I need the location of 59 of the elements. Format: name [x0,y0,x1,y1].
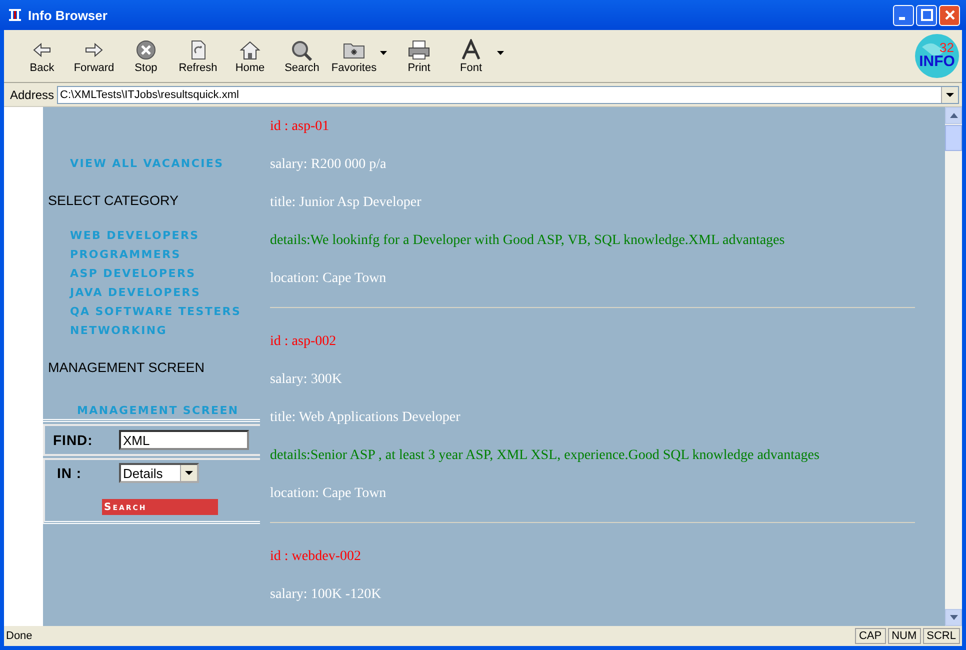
address-label: Address [10,88,54,102]
window-title: Info Browser [28,8,108,22]
record-id: id : webdev-002 [270,549,362,565]
dropdown-button[interactable] [941,86,958,102]
stop-icon [134,38,158,60]
toolbar-button[interactable]: Favorites [328,36,380,76]
dropdown-arrow-icon [946,92,954,96]
printer-icon [407,38,431,60]
up-arrow-icon [950,113,958,118]
status-indicator: CAP [854,628,886,644]
toolbar-button[interactable]: Back [16,36,68,76]
record-field: title: Junior Asp Developer [270,195,915,211]
toolbar-button[interactable]: Search [276,36,328,76]
address-field[interactable]: C:\XMLTests\ITJobs\resultsquick.xml [57,86,959,104]
maximize-button[interactable] [916,4,937,26]
toolbar-button[interactable]: Home [224,36,276,76]
dropdown-arrow-icon[interactable] [380,51,387,55]
columns-icon [8,8,22,22]
toolbar-button[interactable]: Print [393,36,445,76]
record-field: salary: R200 000 p/a [270,157,915,173]
close-icon [944,9,956,21]
dropdown-arrow-icon [185,471,193,475]
field-select[interactable]: Details [119,463,199,483]
maximize-icon [920,9,932,21]
section-heading: SELECT CATEGORY [48,193,179,208]
close-button[interactable] [939,4,960,26]
scroll-thumb[interactable] [945,125,962,151]
scroll-down-button[interactable] [945,609,962,626]
record-field: title: Web Applications Developer [270,410,915,426]
record-details: details:We lookinfg for a Developer with Good ASP, VB, SQL knowledge.XML advantages [270,233,786,249]
letter-icon [459,38,483,60]
minimize-button[interactable] [893,4,914,26]
minimize-icon [899,17,905,20]
record-field: salary: 300K [270,372,915,388]
toolbar-button[interactable]: Refresh [172,36,224,76]
status-text: Done [6,630,34,642]
scroll-up-button[interactable] [945,107,962,124]
toolbar-button[interactable]: Font [445,36,497,76]
toolbar-button[interactable]: Forward [68,36,120,76]
globe-logo: 32 INFO [914,33,960,79]
status-indicator: SCRL [922,628,960,644]
record-details: details:Senior ASP , at least 3 year ASP, XML XSL, experience.Good SQL knowledge advantages [270,448,820,464]
down-arrow-icon [950,615,958,620]
toolbar-button[interactable]: Stop [120,36,172,76]
record-field: location: Cape Town [270,486,915,502]
dropdown-arrow-icon[interactable] [497,51,504,55]
home-icon [238,38,262,60]
record-id: id : asp-01 [270,119,330,135]
scrollbar[interactable] [945,107,962,626]
in-label: IN : [57,465,83,481]
search-icon [290,38,314,60]
record-field: location: Cape Town [270,271,915,287]
section-heading: MANAGEMENT SCREEN [48,360,205,375]
record-id: id : asp-002 [270,334,338,350]
search-button[interactable]: Search [102,499,218,515]
find-field[interactable]: XML [119,430,249,450]
find-label: FIND: [53,432,94,448]
status-indicator: NUM [888,628,921,644]
record-field: salary: 100K -120K [270,587,915,603]
